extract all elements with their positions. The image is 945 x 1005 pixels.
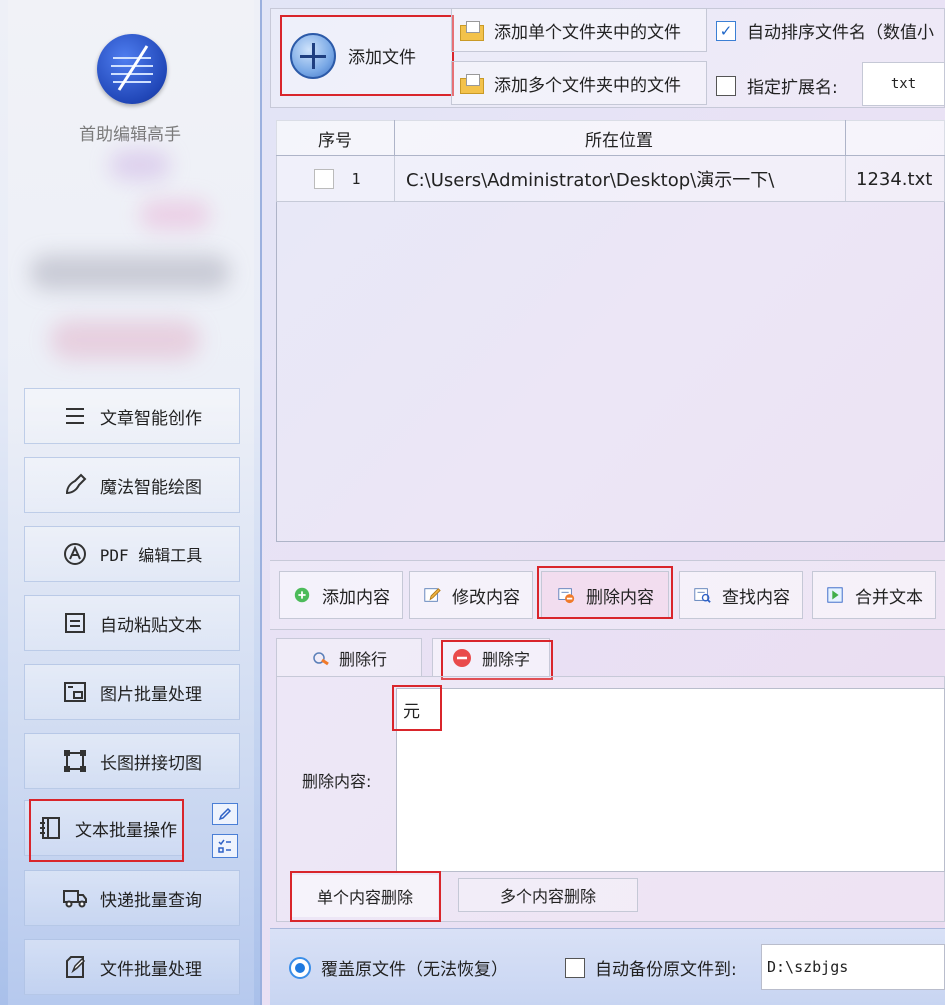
sidebar-item-label: 魔法智能绘图 bbox=[100, 477, 202, 498]
delete-content-textarea[interactable]: 元 bbox=[396, 688, 945, 872]
add-single-folder-button[interactable]: 添加单个文件夹中的文件 bbox=[451, 8, 707, 52]
add-icon bbox=[290, 32, 336, 79]
add-single-folder-label: 添加单个文件夹中的文件 bbox=[494, 22, 681, 43]
add-multi-folder-label: 添加多个文件夹中的文件 bbox=[494, 75, 681, 96]
sidebar-item-label: 文件批量处理 bbox=[100, 959, 202, 980]
overwrite-label: 覆盖原文件（无法恢复） bbox=[321, 960, 508, 980]
truck-icon bbox=[62, 885, 88, 911]
delete-content-field-label: 删除内容: bbox=[302, 772, 372, 791]
highlight-box bbox=[392, 685, 442, 731]
ext-checkbox[interactable] bbox=[716, 75, 736, 96]
sidebar-item-file-batch[interactable]: 文件批量处理 bbox=[24, 939, 240, 995]
backup-option[interactable]: 自动备份原文件到: bbox=[565, 955, 737, 980]
backup-label: 自动备份原文件到: bbox=[595, 960, 737, 980]
add-content-label: 添加内容 bbox=[322, 587, 390, 608]
row-filename: 1234.txt bbox=[856, 168, 933, 190]
ext-option[interactable]: 指定扩展名: bbox=[716, 73, 838, 98]
sidebar-item-label: 快递批量查询 bbox=[100, 890, 202, 911]
image-icon bbox=[62, 679, 88, 705]
brush-icon bbox=[62, 472, 88, 498]
sidebar-item-express[interactable]: 快递批量查询 bbox=[24, 870, 240, 926]
overwrite-option[interactable]: 覆盖原文件（无法恢复） bbox=[289, 955, 508, 980]
row-index: 1 bbox=[351, 170, 361, 188]
sidebar-item-article[interactable]: 文章智能创作 bbox=[24, 388, 240, 444]
list-icon bbox=[62, 403, 88, 429]
folder-icon bbox=[460, 74, 484, 94]
tab-delete-line-label: 删除行 bbox=[338, 649, 387, 669]
delete-line-icon bbox=[313, 651, 329, 665]
ext-label: 指定扩展名: bbox=[747, 78, 838, 98]
blurred-item bbox=[50, 320, 200, 360]
crop-icon bbox=[62, 748, 88, 774]
auto-sort-checkbox[interactable]: ✓ bbox=[716, 20, 736, 41]
column-header-index[interactable]: 序号 bbox=[276, 120, 394, 156]
sidebar-item-drawing[interactable]: 魔法智能绘图 bbox=[24, 457, 240, 513]
tab-delete-line[interactable]: 删除行 bbox=[276, 638, 422, 676]
merge-text-button[interactable]: 合并文本 bbox=[812, 571, 936, 619]
merge-icon bbox=[827, 587, 843, 603]
add-circle-icon bbox=[294, 587, 310, 603]
app-name: 首助编辑高手 bbox=[79, 125, 181, 145]
auto-sort-label: 自动排序文件名（数值小 bbox=[747, 23, 934, 43]
file-edit-icon bbox=[62, 954, 88, 980]
auto-sort-option[interactable]: ✓ 自动排序文件名（数值小 bbox=[716, 18, 934, 43]
add-file-button[interactable]: 添加文件 bbox=[280, 15, 454, 96]
sidebar-item-pdf[interactable]: PDF 编辑工具 bbox=[24, 526, 240, 582]
table-row[interactable]: 1 C:\Users\Administrator\Desktop\演示一下\ 1… bbox=[276, 156, 945, 202]
sidebar-item-label: PDF 编辑工具 bbox=[99, 546, 203, 565]
blurred-item bbox=[110, 150, 170, 180]
backup-path-input[interactable]: D:\szbjgs bbox=[761, 944, 945, 990]
add-content-button[interactable]: 添加内容 bbox=[279, 571, 403, 619]
sidebar-item-label: 长图拼接切图 bbox=[100, 753, 202, 774]
backup-checkbox[interactable] bbox=[565, 957, 585, 978]
merge-text-label: 合并文本 bbox=[855, 587, 923, 608]
sidebar-item-label: 自动粘贴文本 bbox=[100, 615, 202, 636]
overwrite-radio[interactable] bbox=[289, 956, 311, 979]
add-multi-folder-button[interactable]: 添加多个文件夹中的文件 bbox=[451, 61, 707, 105]
pdf-icon bbox=[62, 541, 88, 567]
row-checkbox[interactable] bbox=[314, 169, 334, 189]
modify-content-button[interactable]: 修改内容 bbox=[409, 571, 533, 619]
paste-icon bbox=[62, 610, 88, 636]
sidebar-item-label: 文章智能创作 bbox=[100, 408, 202, 429]
highlight-box bbox=[29, 799, 184, 862]
folder-icon bbox=[460, 21, 484, 41]
sidebar-item-stitch[interactable]: 长图拼接切图 bbox=[24, 733, 240, 789]
sidebar-item-label: 图片批量处理 bbox=[100, 684, 202, 705]
blurred-item bbox=[30, 255, 230, 290]
find-content-label: 查找内容 bbox=[722, 587, 790, 608]
ext-input[interactable]: txt bbox=[862, 62, 945, 106]
column-header-location[interactable]: 所在位置 bbox=[394, 120, 844, 156]
checklist-icon[interactable] bbox=[212, 834, 238, 858]
pen-icon bbox=[111, 45, 153, 91]
blurred-item bbox=[140, 200, 210, 230]
sidebar-item-paste[interactable]: 自动粘贴文本 bbox=[24, 595, 240, 651]
modify-content-label: 修改内容 bbox=[452, 587, 520, 608]
add-file-label: 添加文件 bbox=[348, 48, 416, 68]
find-icon bbox=[694, 588, 711, 603]
find-content-button[interactable]: 查找内容 bbox=[679, 571, 803, 619]
edit-icon[interactable] bbox=[212, 803, 238, 825]
sidebar-item-image[interactable]: 图片批量处理 bbox=[24, 664, 240, 720]
row-location: C:\Users\Administrator\Desktop\演示一下\ bbox=[406, 170, 775, 191]
modify-icon bbox=[424, 588, 441, 602]
highlight-box bbox=[441, 640, 553, 680]
subtab-multi-delete[interactable]: 多个内容删除 bbox=[458, 878, 638, 912]
highlight-box bbox=[290, 871, 441, 922]
highlight-box bbox=[537, 566, 673, 619]
app-logo bbox=[97, 34, 167, 104]
